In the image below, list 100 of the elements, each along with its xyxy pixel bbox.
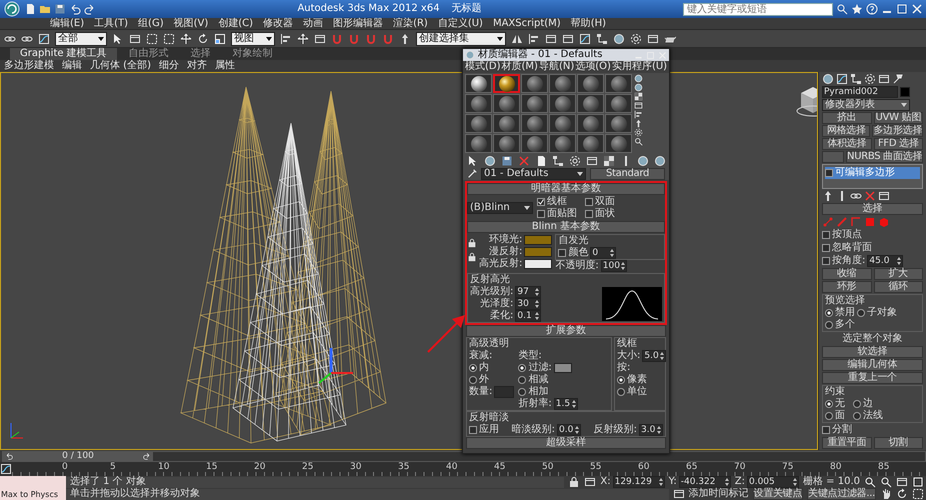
window-crossing-icon[interactable] [163, 32, 175, 44]
panel-button[interactable]: 重置平面 [822, 437, 872, 449]
radio-button[interactable]: 面 [825, 410, 845, 422]
zoom-icon[interactable] [864, 476, 876, 488]
radio-button[interactable]: 子对象 [857, 307, 897, 319]
rollout-header[interactable]: 超级采样 [466, 437, 666, 449]
modifier-button[interactable]: 体积选择 [822, 138, 872, 150]
menu-item[interactable]: 图形编辑器 [333, 18, 384, 29]
named-selection-dropdown[interactable]: 创建选择集 [416, 32, 506, 46]
rotate-icon[interactable] [197, 32, 209, 44]
shader-dropdown[interactable]: (B)Blinn [467, 202, 533, 214]
radio-button[interactable]: 像素 [617, 374, 647, 386]
region-select-icon[interactable] [146, 32, 158, 44]
next-arrow-icon[interactable] [142, 452, 151, 460]
lock-icon[interactable] [467, 252, 477, 262]
radio-button[interactable]: 内 [469, 362, 489, 374]
menu-item[interactable]: 组(G) [138, 18, 164, 29]
set-key-button[interactable]: 设置关键点 [752, 488, 804, 500]
pivot-icon[interactable] [280, 32, 292, 44]
checkbox[interactable]: 颜色 [558, 247, 588, 259]
checkbox[interactable]: 忽略背面 [822, 242, 872, 254]
move-icon[interactable] [180, 32, 192, 44]
number-field[interactable]: 97 [515, 286, 542, 298]
rollout-header[interactable]: 选择 [822, 203, 923, 215]
radio-button[interactable]: 单位 [617, 386, 647, 398]
material-name-field[interactable]: 01 - Defaults [481, 168, 586, 180]
rollout-header[interactable]: 软选择 [822, 346, 923, 358]
panel-button[interactable]: 扩大 [874, 268, 923, 280]
ribbon-group[interactable]: 几何体 (全部) [90, 60, 151, 72]
stack-item[interactable]: 可编辑多边形 [825, 167, 920, 179]
orbit-icon[interactable] [896, 488, 908, 500]
menu-item[interactable]: 视图(V) [174, 18, 208, 29]
modifier-button[interactable]: NURBS 曲面选择 [846, 151, 923, 163]
align-icon[interactable] [528, 32, 540, 44]
menu-item[interactable]: 选项(O) [575, 61, 611, 73]
render-setup-icon[interactable] [630, 32, 642, 44]
object-name-field[interactable]: Pyramid002 [822, 86, 898, 98]
color-swatch[interactable] [524, 259, 552, 269]
checkbox[interactable]: 分割 [822, 424, 852, 436]
eyedropper-icon[interactable] [467, 168, 477, 178]
menu-item[interactable]: MAXScript(M) [492, 18, 561, 29]
number-field[interactable] [494, 386, 514, 398]
checkbox[interactable]: 应用 [469, 424, 499, 436]
ribbon-group[interactable]: 编辑 [62, 60, 82, 72]
menu-item[interactable]: 自定义(U) [438, 18, 483, 29]
ribbon-tab[interactable]: 选择 [180, 48, 221, 60]
mirror-icon[interactable] [511, 32, 523, 44]
ribbon-tab[interactable]: 对象绘制 [222, 48, 283, 60]
rollout-header[interactable]: Blinn 基本参数 [467, 221, 665, 233]
menu-item[interactable]: 导航(N) [538, 61, 574, 73]
color-swatch[interactable] [524, 235, 552, 245]
number-field[interactable]: 1.5 [554, 398, 578, 410]
menu-item[interactable]: 工具(T) [94, 18, 128, 29]
rollout-header[interactable]: 扩展参数 [466, 325, 666, 337]
search-icon[interactable] [836, 3, 848, 15]
material-editor-icon[interactable] [613, 32, 625, 44]
show-map-icon[interactable] [603, 154, 615, 166]
number-field[interactable]: 0 [590, 247, 616, 259]
radio-button[interactable]: 外 [469, 374, 489, 386]
modifier-button[interactable]: FFD 选择 [874, 138, 923, 150]
previous-arrow-icon[interactable] [5, 452, 13, 460]
radio-button[interactable]: 多个 [825, 319, 855, 331]
panel-button[interactable]: 收缩 [822, 268, 872, 280]
number-field[interactable]: 0.0 [557, 424, 581, 436]
undo-icon[interactable] [69, 3, 81, 15]
maximize-icon[interactable] [896, 3, 908, 15]
select-by-material-icon[interactable] [634, 137, 643, 146]
app-logo-icon[interactable] [3, 1, 21, 17]
help-icon[interactable] [866, 3, 878, 15]
ribbon-tab[interactable]: Graphite 建模工具 [10, 48, 117, 60]
material-slot[interactable] [493, 74, 520, 93]
checkbox[interactable]: 按角度: [822, 255, 866, 267]
ribbon-group[interactable]: 属性 [214, 60, 235, 72]
lock-icon[interactable] [568, 476, 580, 488]
menu-item[interactable]: 实用程序(U) [612, 61, 668, 73]
menu-item[interactable]: 编辑(E) [50, 18, 84, 29]
scale-icon[interactable] [214, 32, 226, 44]
material-type-button[interactable]: Standard [590, 168, 665, 180]
menu-item[interactable]: 动画 [303, 18, 324, 29]
menu-item[interactable]: 模式(D) [465, 61, 501, 73]
zoom-all-icon[interactable] [880, 476, 892, 488]
material-slot[interactable] [465, 74, 492, 93]
pan-icon[interactable] [880, 488, 892, 500]
schematic-icon[interactable] [596, 32, 608, 44]
field-of-view-icon[interactable] [912, 488, 924, 500]
options-icon[interactable] [634, 128, 643, 137]
checkbox[interactable]: 线框 [537, 196, 577, 208]
redo-icon[interactable] [84, 3, 96, 15]
checkbox[interactable]: 双面 [585, 196, 615, 208]
curve-editor-icon[interactable] [0, 463, 12, 475]
number-field[interactable]: 3.0 [639, 424, 663, 436]
number-field[interactable]: -40.322 [678, 476, 731, 488]
modifier-button[interactable]: 挤出 [822, 112, 872, 124]
move-icon[interactable] [297, 32, 309, 44]
curve-editor-icon[interactable] [579, 32, 591, 44]
menu-item[interactable]: 创建(C) [218, 18, 254, 29]
color-swatch[interactable] [524, 247, 552, 257]
modifier-button[interactable]: UVW 贴图 [874, 112, 923, 124]
panel-button[interactable]: 切割 [874, 437, 923, 449]
number-field[interactable]: 100 [600, 260, 627, 272]
